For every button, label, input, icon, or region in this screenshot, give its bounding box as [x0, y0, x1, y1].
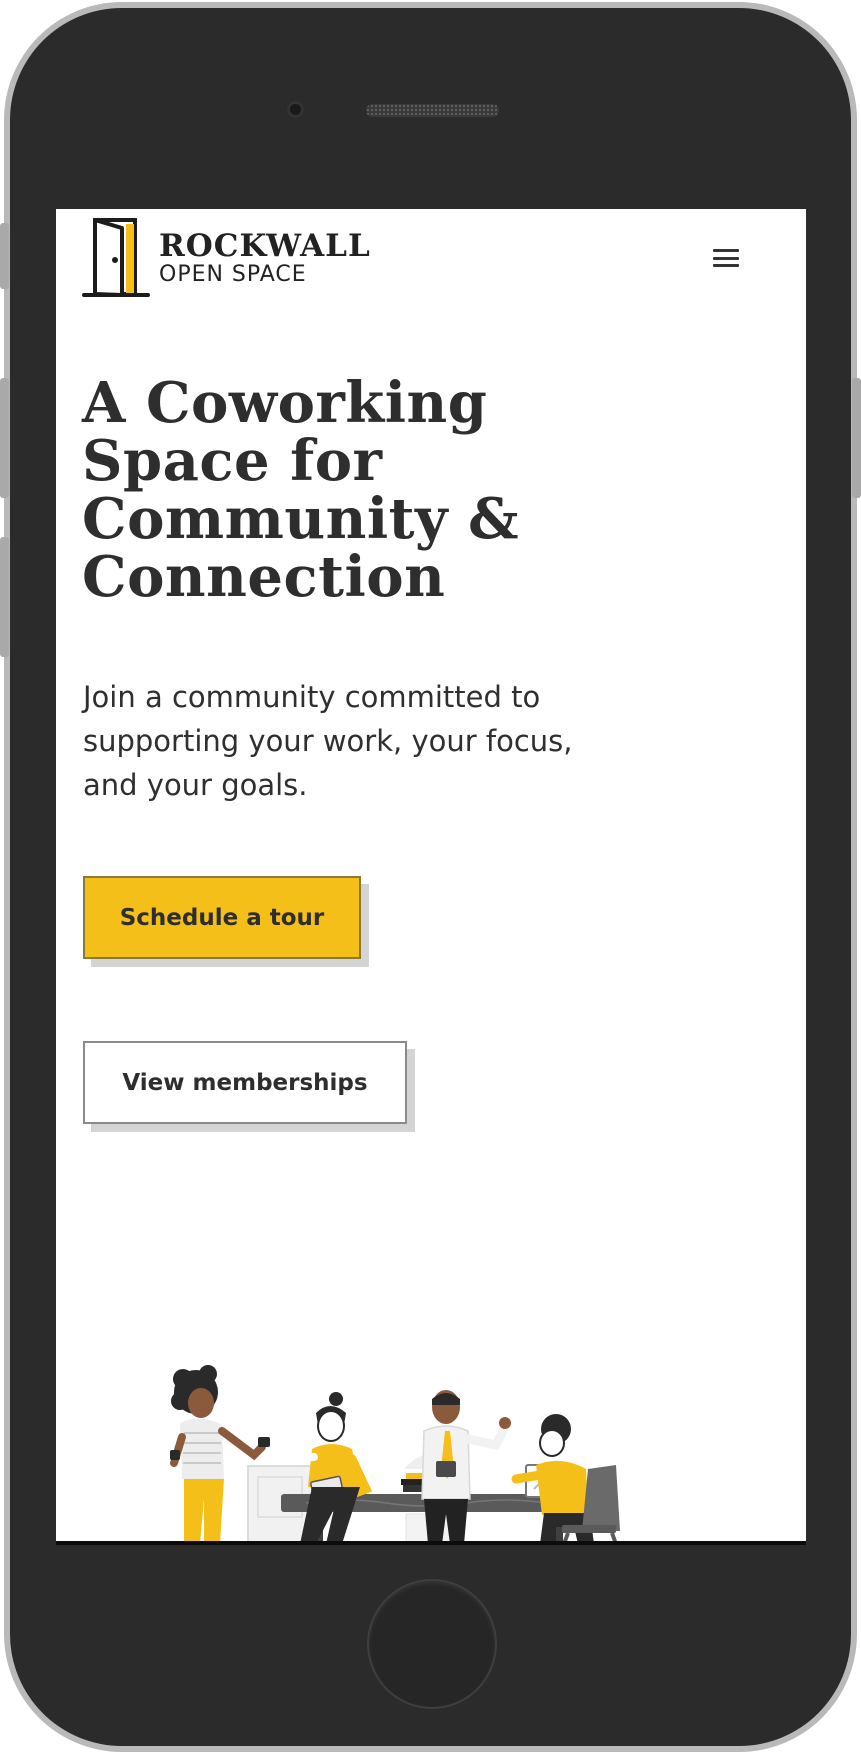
- headline-line: A Coworking: [82, 370, 488, 436]
- earpiece-speaker: [366, 104, 499, 117]
- headline-line: Space for: [82, 428, 383, 494]
- menu-bar: [713, 256, 739, 260]
- volume-up-button: [0, 378, 9, 498]
- coworking-illustration: [170, 1365, 620, 1544]
- hero-headline: A Coworking Space for Community & Connec…: [82, 374, 642, 606]
- headline-line: Community &: [82, 486, 520, 552]
- view-memberships-button[interactable]: View memberships: [83, 1041, 407, 1124]
- front-camera: [287, 101, 304, 118]
- door-icon: [82, 218, 150, 297]
- screen-edge: [56, 1541, 806, 1545]
- hero-subtext: Join a community committed to supporting…: [83, 675, 643, 807]
- phone-screen: ROCKWALL OPEN SPACE A Coworking Space fo…: [56, 209, 806, 1544]
- subtext-line: Join a community committed to: [83, 680, 541, 714]
- hamburger-menu-icon[interactable]: [710, 244, 742, 272]
- view-memberships-label: View memberships: [122, 1069, 368, 1096]
- site-logo[interactable]: ROCKWALL OPEN SPACE: [82, 217, 371, 299]
- schedule-tour-label: Schedule a tour: [119, 904, 325, 931]
- brand-name: ROCKWALL: [159, 227, 371, 264]
- brand-tagline: OPEN SPACE: [159, 261, 307, 287]
- subtext-line: and your goals.: [83, 768, 308, 802]
- headline-line: Connection: [82, 544, 446, 610]
- menu-bar: [713, 264, 739, 267]
- menu-bar: [713, 249, 739, 252]
- mute-switch: [0, 223, 9, 289]
- power-button: [852, 378, 861, 498]
- home-button[interactable]: [369, 1581, 495, 1707]
- subtext-line: supporting your work, your focus,: [83, 724, 573, 758]
- schedule-tour-button[interactable]: Schedule a tour: [83, 876, 361, 959]
- volume-down-button: [0, 537, 9, 657]
